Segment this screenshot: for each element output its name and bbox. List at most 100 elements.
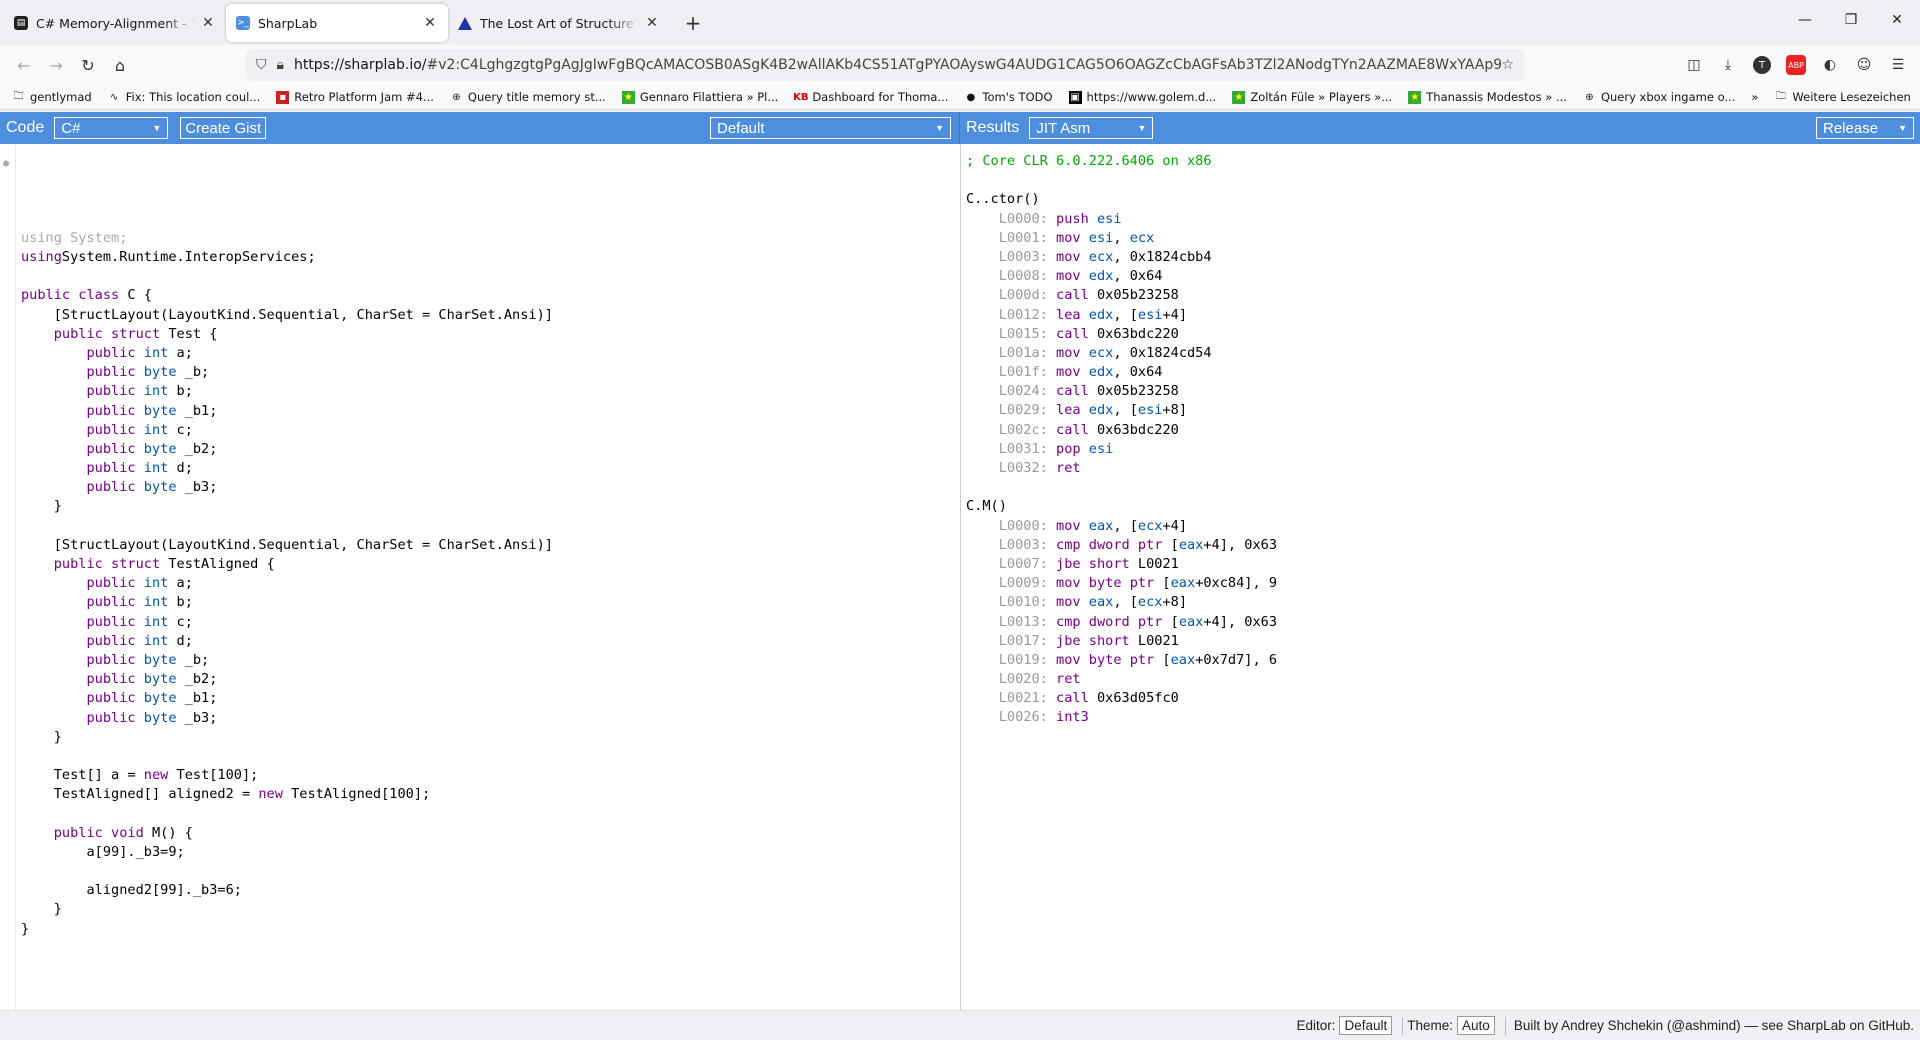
adblock-icon[interactable]: ABP (1786, 55, 1806, 75)
lock-icon[interactable]: 🔒︎ (277, 57, 284, 73)
bookmark-item[interactable]: 🗀 gentlymad (12, 90, 92, 104)
bookmark-item[interactable]: ∿ Fix: This location coul... (108, 90, 260, 104)
code-token: byte (135, 690, 177, 707)
extension-icon[interactable]: ◐ (1816, 51, 1844, 79)
code-token: L0032: (966, 460, 1057, 476)
home-icon[interactable]: ⌂ (104, 49, 136, 81)
code-token: } (21, 920, 30, 937)
tab-memory-alignment[interactable]: ▤ C# Memory-Alignment - Tom's ✕ (4, 4, 226, 42)
tab-lost-art[interactable]: The Lost Art of Structure Packin ✕ (448, 4, 670, 42)
code-line: public byte _b1; (21, 689, 960, 708)
star-icon[interactable]: ☆ (1501, 57, 1514, 73)
code-token: jbe short (1056, 555, 1130, 572)
code-token: } (21, 901, 62, 918)
code-token: public (21, 632, 136, 649)
reload-icon[interactable]: ↻ (72, 49, 104, 81)
bookmark-item[interactable]: ● Tom's TODO (964, 90, 1053, 104)
download-icon[interactable]: ⤓ (1714, 51, 1742, 79)
code-token: L0021 (1129, 555, 1179, 572)
code-line: } (21, 497, 960, 516)
code-line: public int c; (21, 613, 960, 632)
code-line: public int d; (21, 459, 960, 478)
code-token: d; (168, 460, 193, 477)
avatar-icon[interactable]: ☺ (1850, 51, 1878, 79)
close-icon[interactable]: ✕ (200, 15, 216, 31)
code-token: _b3; (176, 479, 218, 496)
code-token: L0003: (966, 536, 1057, 553)
code-editor[interactable]: ● using System; usingSystem.Runtime.Inter… (0, 144, 961, 1010)
code-line: public byte _b2; (21, 670, 960, 689)
extension-t-icon[interactable]: T (1753, 56, 1771, 74)
lightbulb-icon[interactable]: ● (3, 154, 9, 173)
code-token: +4], 0x63 (1203, 613, 1278, 630)
code-token: public (21, 460, 136, 477)
code-line: using System; (21, 229, 960, 248)
url-text[interactable]: https://sharplab.io/#v2:C4LghgzgtgPgAgJg… (294, 57, 1501, 73)
bookmark-item[interactable]: ⊕ Query title memory st... (450, 90, 606, 104)
theme-button[interactable]: Auto (1457, 1016, 1495, 1035)
pocket-icon[interactable]: ◫ (1680, 51, 1708, 79)
code-token: TestAligned[] aligned2 = (21, 786, 259, 803)
code-line: } (21, 728, 960, 747)
bookmark-item[interactable]: ★ Gennaro Filattiera » Pl... (621, 90, 778, 104)
chevron-more-icon[interactable]: » (1751, 90, 1758, 104)
editor-panes: ● using System; usingSystem.Runtime.Inter… (0, 144, 1920, 1010)
code-token: public (21, 479, 136, 496)
code-token: , [ (1113, 517, 1138, 534)
code-token: using System; (21, 229, 128, 246)
menu-icon[interactable]: ☰ (1884, 51, 1912, 79)
url-bar[interactable]: ⛉ 🔒︎ https://sharplab.io/#v2:C4LghgzgtgP… (246, 49, 1524, 81)
tab-sharplab[interactable]: >_ SharpLab ✕ (226, 4, 448, 42)
code-token: +4] (1162, 306, 1188, 323)
code-token: a; (168, 575, 193, 592)
close-icon[interactable]: ✕ (644, 15, 660, 31)
code-token: mov (1056, 268, 1081, 285)
bookmark-item[interactable]: ★ Zoltán Füle » Players »... (1232, 90, 1392, 104)
code-line: public struct Test { (21, 325, 960, 344)
code-token: +0xc84], 9 (1195, 575, 1278, 592)
shield-icon[interactable]: ⛉ (256, 57, 267, 73)
code-token: call (1056, 383, 1089, 400)
forward-icon[interactable]: → (40, 49, 72, 81)
code-line: a[99]._b3=9; (21, 843, 960, 862)
other-bookmarks[interactable]: 🗀 Weitere Lesezeichen (1774, 90, 1911, 104)
code-token: +8] (1162, 402, 1188, 419)
new-tab-button[interactable]: + (678, 8, 708, 38)
restore-icon[interactable]: ❐ (1828, 0, 1874, 40)
code-token: int (135, 383, 169, 400)
close-window-icon[interactable]: ✕ (1874, 0, 1920, 40)
branch-select[interactable]: Default ▼ (710, 117, 951, 139)
bookmark-item[interactable]: KB Dashboard for Thoma... (793, 90, 948, 104)
code-token: public (21, 575, 136, 592)
code-token: L0008: (966, 268, 1057, 285)
code-line: L000d: call 0x05b23258 (966, 286, 1920, 305)
bookmark-item[interactable]: ▣ https://www.golem.d... (1068, 90, 1216, 104)
code-token: ; Core CLR 6.0.222.6406 on x86 (966, 153, 1212, 169)
back-icon[interactable]: ← (8, 49, 40, 81)
code-line: public byte _b3; (21, 709, 960, 728)
code-token: 0x05b23258 (1088, 287, 1179, 304)
code-token: using (21, 249, 62, 265)
bookmark-item[interactable]: ⊕ Query xbox ingame o... (1583, 90, 1735, 104)
bookmark-item[interactable]: ▪ Retro Platform Jam #4... (276, 90, 434, 104)
bookmark-item[interactable]: ★ Thanassis Modestos » ... (1408, 90, 1567, 104)
code-token: mov (1056, 344, 1081, 361)
minimize-icon[interactable]: — (1782, 0, 1828, 40)
create-gist-button[interactable]: Create Gist (180, 117, 267, 139)
code-token: [StructLayout(LayoutKind.Sequential, Cha… (21, 536, 553, 553)
code-line: L0020: ret (966, 670, 1920, 689)
mode-select[interactable]: Release ▼ (1816, 117, 1914, 139)
code-token: L001a: (966, 344, 1057, 361)
code-token: [ (1162, 536, 1179, 553)
code-token: +8] (1162, 594, 1188, 611)
language-select[interactable]: C# ▼ (54, 117, 169, 139)
code-token: ret (1056, 460, 1081, 476)
editor-mode-button[interactable]: Default (1339, 1016, 1393, 1035)
code-token: d; (168, 632, 193, 649)
close-icon[interactable]: ✕ (422, 15, 438, 31)
bookmarks-bar: 🗀 gentlymad ∿ Fix: This location coul... ▪… (0, 85, 1920, 110)
output-select[interactable]: JIT Asm ▼ (1029, 117, 1154, 139)
asm-output[interactable]: ; Core CLR 6.0.222.6406 on x86 C..ctor() … (961, 144, 1920, 1010)
code-token: , 0x64 (1113, 268, 1163, 285)
